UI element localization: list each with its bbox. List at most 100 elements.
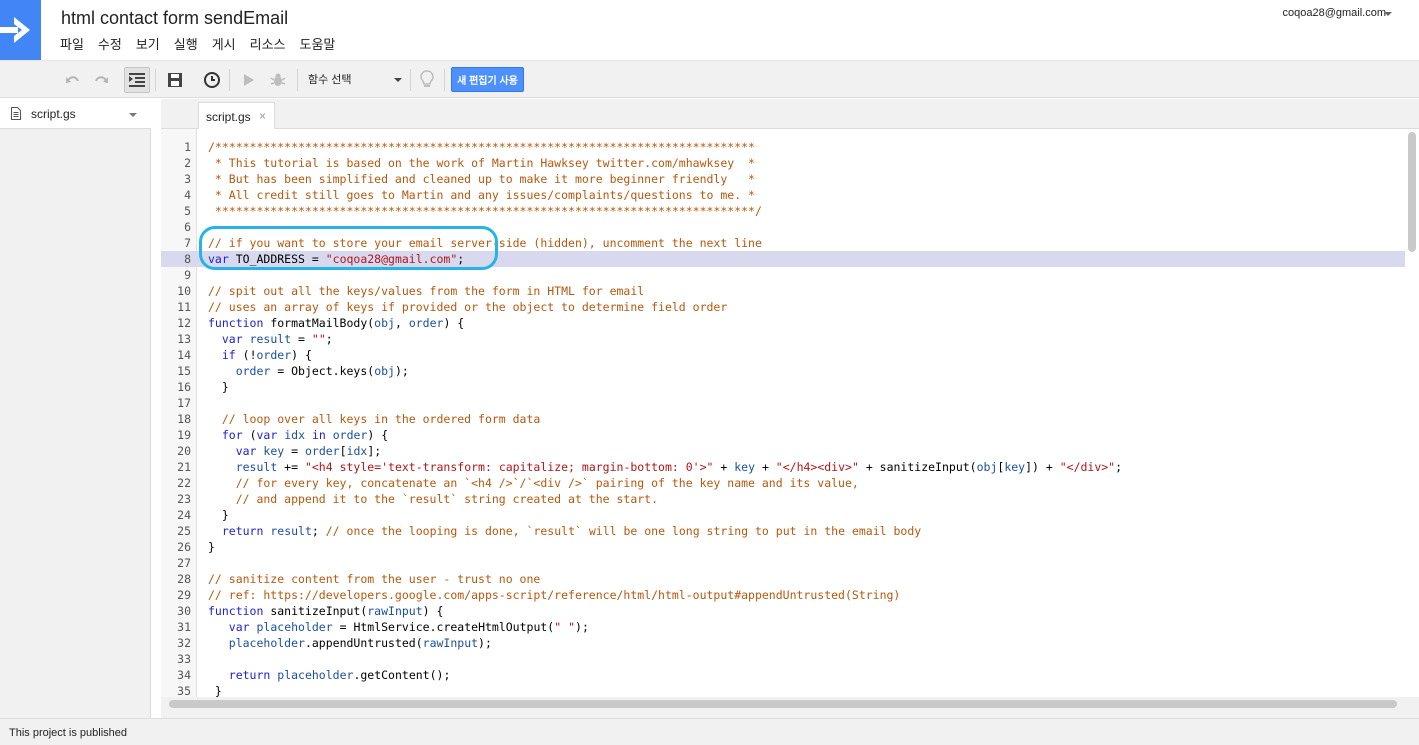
redo-button[interactable]	[88, 67, 114, 93]
code-line[interactable]: 2 * This tutorial is based on the work o…	[161, 155, 1405, 171]
code-line[interactable]: 24 }	[161, 507, 1405, 523]
line-code: // sanitize content from the user - trus…	[208, 571, 540, 587]
code-line[interactable]: 32 placeholder.appendUntrusted(rawInput)…	[161, 635, 1405, 651]
code-line[interactable]: 18 // loop over all keys in the ordered …	[161, 411, 1405, 427]
code-token: ]) +	[1025, 460, 1060, 474]
code-line[interactable]: 33	[161, 651, 1405, 667]
menu-file[interactable]: 파일	[60, 36, 84, 54]
line-code: return result; // once the looping is do…	[208, 523, 921, 539]
code-line[interactable]: 10 // spit out all the keys/values from t…	[161, 283, 1405, 299]
chevron-down-icon[interactable]	[129, 113, 137, 117]
project-title[interactable]: html contact form sendEmail	[61, 8, 288, 29]
save-button[interactable]	[162, 67, 188, 93]
code-token: idx	[346, 444, 368, 458]
code-token: // ref: https://developers.google.com/ap…	[208, 588, 901, 602]
account-email[interactable]: coqoa28@gmail.com	[1283, 7, 1387, 19]
line-number: 13	[177, 332, 191, 346]
chevron-down-icon[interactable]	[1384, 12, 1392, 16]
execution-hints-button[interactable]	[414, 67, 440, 93]
code-line[interactable]: 19 for (var idx in order) {	[161, 427, 1405, 443]
code-token: // loop over all keys in the ordered for…	[208, 412, 541, 426]
code-line[interactable]: 11 // uses an array of keys if provided o…	[161, 299, 1405, 315]
code-token: " "	[554, 620, 576, 634]
code-line[interactable]: 26}	[161, 539, 1405, 555]
line-number: 4	[184, 188, 191, 202]
line-code: * But has been simplified and cleaned up…	[208, 171, 755, 187]
function-select[interactable]: 함수 선택	[304, 71, 406, 89]
code-line[interactable]: 25 return result; // once the looping is…	[161, 523, 1405, 539]
line-code: function sanitizeInput(rawInput) {	[208, 603, 443, 619]
code-token: obj	[374, 364, 395, 378]
indent-toggle-button[interactable]	[124, 67, 150, 93]
menu-run[interactable]: 실행	[174, 36, 198, 54]
file-doc-icon	[11, 107, 21, 120]
close-icon[interactable]: ×	[259, 109, 266, 123]
line-number: 25	[177, 524, 191, 538]
code-token: ;	[325, 332, 333, 346]
horizontal-scrollbar[interactable]	[169, 700, 1397, 708]
code-token: obj	[374, 316, 395, 330]
line-number: 8	[184, 252, 191, 266]
undo-button[interactable]	[60, 67, 86, 93]
line-number: 30	[177, 604, 191, 618]
code-lines: 1 /**************************************…	[161, 139, 1405, 697]
vertical-scrollbar[interactable]	[1408, 132, 1416, 252]
file-item-script-gs[interactable]: script.gs	[0, 99, 151, 129]
code-line[interactable]: 34 return placeholder.getContent();	[161, 667, 1405, 683]
code-line[interactable]: 1 /**************************************…	[161, 139, 1405, 155]
tab-script-gs[interactable]: script.gs ×	[198, 102, 275, 130]
code-line[interactable]: 14 if (!order) {	[161, 347, 1405, 363]
code-token: "</h4><div>"	[775, 460, 859, 474]
debug-button[interactable]	[265, 67, 291, 93]
triggers-button[interactable]	[199, 67, 225, 93]
menu-edit[interactable]: 수정	[98, 36, 122, 54]
code-token: }	[208, 380, 229, 394]
code-line[interactable]: 29 // ref: https://developers.google.com/…	[161, 587, 1405, 603]
code-line[interactable]: 23 // and append it to the `result` stri…	[161, 491, 1405, 507]
apps-script-logo[interactable]	[0, 0, 41, 60]
code-line[interactable]: 27	[161, 555, 1405, 571]
code-line[interactable]: 20 var key = order[idx];	[161, 443, 1405, 459]
line-code: }	[208, 507, 229, 523]
menu-help[interactable]: 도움말	[300, 36, 336, 54]
code-editor[interactable]: 1 /**************************************…	[161, 129, 1419, 697]
menu-publish[interactable]: 게시	[212, 36, 236, 54]
menu-resources[interactable]: 리소스	[250, 36, 286, 54]
code-line[interactable]: 30 function sanitizeInput(rawInput) {	[161, 603, 1405, 619]
code-line[interactable]: 5 **************************************…	[161, 203, 1405, 219]
code-line[interactable]: 16 }	[161, 379, 1405, 395]
code-line[interactable]: 21 result += "<h4 style='text-transform:…	[161, 459, 1405, 475]
code-token: placeholder	[256, 620, 333, 634]
indent-icon	[129, 73, 145, 87]
run-button[interactable]	[236, 67, 262, 93]
code-line[interactable]: 12 function formatMailBody(obj, order) {	[161, 315, 1405, 331]
code-token: =	[284, 444, 305, 458]
code-line[interactable]: 15 order = Object.keys(obj);	[161, 363, 1405, 379]
use-new-editor-button[interactable]: 새 편집기 사용	[451, 67, 524, 92]
line-number: 12	[177, 316, 191, 330]
code-line[interactable]: 35 }	[161, 683, 1405, 697]
code-line[interactable]: 3 * But has been simplified and cleaned …	[161, 171, 1405, 187]
menu-view[interactable]: 보기	[136, 36, 160, 54]
line-number: 34	[177, 668, 191, 682]
line-number: 7	[184, 236, 191, 250]
line-number: 31	[177, 620, 191, 634]
line-number: 29	[177, 588, 191, 602]
code-line[interactable]: 31 var placeholder = HtmlService.createH…	[161, 619, 1405, 635]
line-code: order = Object.keys(obj);	[208, 363, 409, 379]
chevron-down-icon	[394, 78, 402, 82]
code-line[interactable]: 17	[161, 395, 1405, 411]
code-line[interactable]: 28 // sanitize content from the user - tr…	[161, 571, 1405, 587]
undo-icon	[66, 76, 79, 83]
code-line[interactable]: 22 // for every key, concatenate an `<h4…	[161, 475, 1405, 491]
code-line[interactable]: 4 * All credit still goes to Martin and …	[161, 187, 1405, 203]
debug-bug-icon	[270, 73, 286, 86]
code-token: sanitizeInput(	[263, 604, 368, 618]
code-token: =	[291, 332, 312, 346]
code-line[interactable]: 13 var result = "";	[161, 331, 1405, 347]
lightbulb-icon	[420, 70, 434, 87]
code-token: }	[208, 684, 222, 697]
